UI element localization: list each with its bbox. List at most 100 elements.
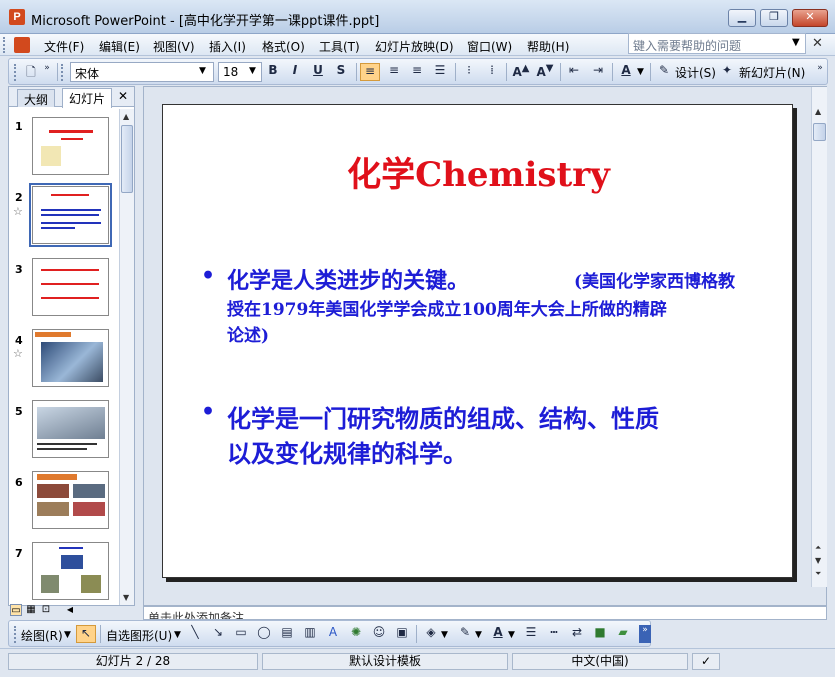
document-icon[interactable] (14, 37, 30, 53)
new-document-icon[interactable]: 🗋 (21, 63, 41, 81)
select-pointer-icon[interactable]: ↖ (76, 625, 96, 643)
arrow-style-icon[interactable]: ⇄ (567, 625, 587, 643)
slide-thumbnail-1[interactable] (32, 117, 109, 175)
toolbar-grip[interactable] (14, 626, 18, 643)
line-icon[interactable]: ╲ (185, 625, 205, 643)
draw-menu-button[interactable]: 绘图(R) (21, 627, 63, 644)
thumbnail-scrollbar[interactable]: ▲ ▼ (119, 109, 134, 605)
decrease-indent-icon[interactable]: ⇤ (564, 63, 584, 81)
previous-slide-icon[interactable]: ⏶ (815, 543, 821, 553)
menu-tools[interactable]: 工具(T) (319, 38, 360, 55)
close-icon[interactable]: ✕ (118, 89, 128, 103)
design-template-status[interactable]: 默认设计模板 (262, 653, 508, 670)
picture-icon[interactable]: ▣ (392, 625, 412, 643)
spelling-check-icon[interactable]: ✓ (692, 653, 720, 670)
line-color-icon[interactable]: ✎ (455, 625, 475, 643)
toolbar-grip[interactable] (14, 64, 18, 81)
normal-view-icon[interactable]: ▭ (10, 604, 22, 616)
new-slide-icon[interactable]: ✦ (717, 63, 737, 81)
scrollbar-thumb[interactable] (121, 125, 133, 193)
diagram-icon[interactable]: ✺ (346, 625, 366, 643)
toolbar-grip[interactable] (61, 64, 65, 81)
toolbar-options-icon[interactable]: » (815, 63, 825, 81)
line-style-icon[interactable]: ☰ (521, 625, 541, 643)
new-slide-button[interactable]: 新幻灯片(N) (739, 64, 805, 81)
menu-view[interactable]: 视图(V) (153, 38, 195, 55)
font-color-icon[interactable]: A (616, 63, 636, 81)
menubar-grip[interactable] (3, 37, 7, 53)
restore-button[interactable]: ❐ (760, 9, 788, 27)
slide-thumbnail-3[interactable] (32, 258, 109, 316)
slideshow-icon[interactable]: ⊡ (40, 604, 52, 616)
chevron-down-icon[interactable]: ▼ (174, 630, 181, 640)
clipart-icon[interactable]: ☺ (369, 625, 389, 643)
align-left-icon[interactable]: ≡ (360, 63, 380, 81)
chevron-down-icon[interactable]: ▼ (64, 630, 71, 640)
slide-scrollbar[interactable]: ▲ ⏶ ▼ ⏷ (811, 87, 827, 587)
oval-icon[interactable]: ◯ (254, 625, 274, 643)
shadow-button[interactable]: S (331, 63, 351, 81)
notes-pane[interactable]: 单击此处添加备注 (143, 606, 827, 620)
chevron-down-icon[interactable]: ▼ (441, 630, 448, 640)
tab-outline[interactable]: 大纲 (17, 89, 56, 107)
menu-format[interactable]: 格式(O) (262, 38, 305, 55)
vertical-textbox-icon[interactable]: ▥ (300, 625, 320, 643)
slide-sorter-icon[interactable]: ▦ (25, 604, 37, 616)
rectangle-icon[interactable]: ▭ (231, 625, 251, 643)
design-button[interactable]: 设计(S) (675, 64, 716, 81)
dash-style-icon[interactable]: ┅ (544, 625, 564, 643)
chevron-down-icon[interactable]: ▼ (792, 37, 800, 48)
slide-thumbnail-7[interactable] (32, 542, 109, 600)
decrease-font-icon[interactable]: A▼ (535, 63, 555, 81)
menu-help[interactable]: 帮助(H) (527, 38, 569, 55)
bullet-list-icon[interactable]: ⁞ (482, 63, 502, 81)
align-right-icon[interactable]: ≡ (407, 63, 427, 81)
scrollbar-thumb[interactable] (813, 123, 826, 141)
design-icon[interactable]: ✎ (654, 63, 674, 81)
chevron-down-icon[interactable]: ▼ (637, 67, 644, 77)
slide-thumbnail-5[interactable] (32, 400, 109, 458)
menu-insert[interactable]: 插入(I) (209, 38, 246, 55)
font-name-select[interactable]: 宋体 (70, 62, 214, 82)
autoshapes-button[interactable]: 自选图形(U) (106, 627, 172, 644)
wordart-icon[interactable]: A (323, 625, 343, 643)
italic-button[interactable]: I (285, 63, 305, 81)
scroll-up-icon[interactable]: ▲ (815, 107, 821, 116)
3d-style-icon[interactable]: ▰ (613, 625, 633, 643)
scroll-up-icon[interactable]: ▲ (123, 112, 129, 121)
slide-thumbnail-6[interactable] (32, 471, 109, 529)
document-close-icon[interactable]: ✕ (812, 36, 823, 51)
minimize-button[interactable]: ▁ (728, 9, 756, 27)
underline-button[interactable]: U (308, 63, 328, 81)
slide-thumbnail-2[interactable] (29, 183, 112, 247)
textbox-icon[interactable]: ▤ (277, 625, 297, 643)
scroll-left-icon[interactable]: ◀ (64, 604, 76, 616)
shadow-style-icon[interactable]: ■ (590, 625, 610, 643)
tab-slides[interactable]: 幻灯片 (62, 88, 113, 108)
chevron-down-icon[interactable]: ▼ (475, 630, 482, 640)
chevron-down-icon[interactable]: ▼ (249, 66, 256, 76)
menu-slideshow[interactable]: 幻灯片放映(D) (375, 38, 454, 55)
current-slide[interactable]: 化学Chemistry • 化学是人类进步的关键。 (美国化学家西博格教 授在1… (162, 104, 793, 578)
increase-font-icon[interactable]: A▲ (511, 63, 531, 81)
menu-file[interactable]: 文件(F) (44, 38, 84, 55)
scroll-down-icon[interactable]: ▼ (123, 593, 129, 602)
slide-thumbnail-4[interactable] (32, 329, 109, 387)
align-center-icon[interactable]: ≡ (384, 63, 404, 81)
justify-icon[interactable]: ☰ (430, 63, 450, 81)
font-color-icon[interactable]: A (488, 625, 508, 643)
menu-edit[interactable]: 编辑(E) (99, 38, 140, 55)
toolbar-options-icon[interactable]: » (42, 63, 52, 81)
increase-indent-icon[interactable]: ⇥ (588, 63, 608, 81)
chevron-down-icon[interactable]: ▼ (199, 66, 206, 76)
menu-window[interactable]: 窗口(W) (467, 38, 512, 55)
next-slide-icon[interactable]: ⏷ (815, 569, 821, 579)
numbered-list-icon[interactable]: ⁝ (459, 63, 479, 81)
scroll-down-icon[interactable]: ▼ (815, 556, 821, 565)
bold-button[interactable]: B (263, 63, 283, 81)
arrow-icon[interactable]: ↘ (208, 625, 228, 643)
close-button[interactable]: ✕ (792, 9, 828, 27)
chevron-down-icon[interactable]: ▼ (508, 630, 515, 640)
fill-color-icon[interactable]: ◈ (421, 625, 441, 643)
toolbar-options-icon[interactable]: » (639, 625, 651, 643)
